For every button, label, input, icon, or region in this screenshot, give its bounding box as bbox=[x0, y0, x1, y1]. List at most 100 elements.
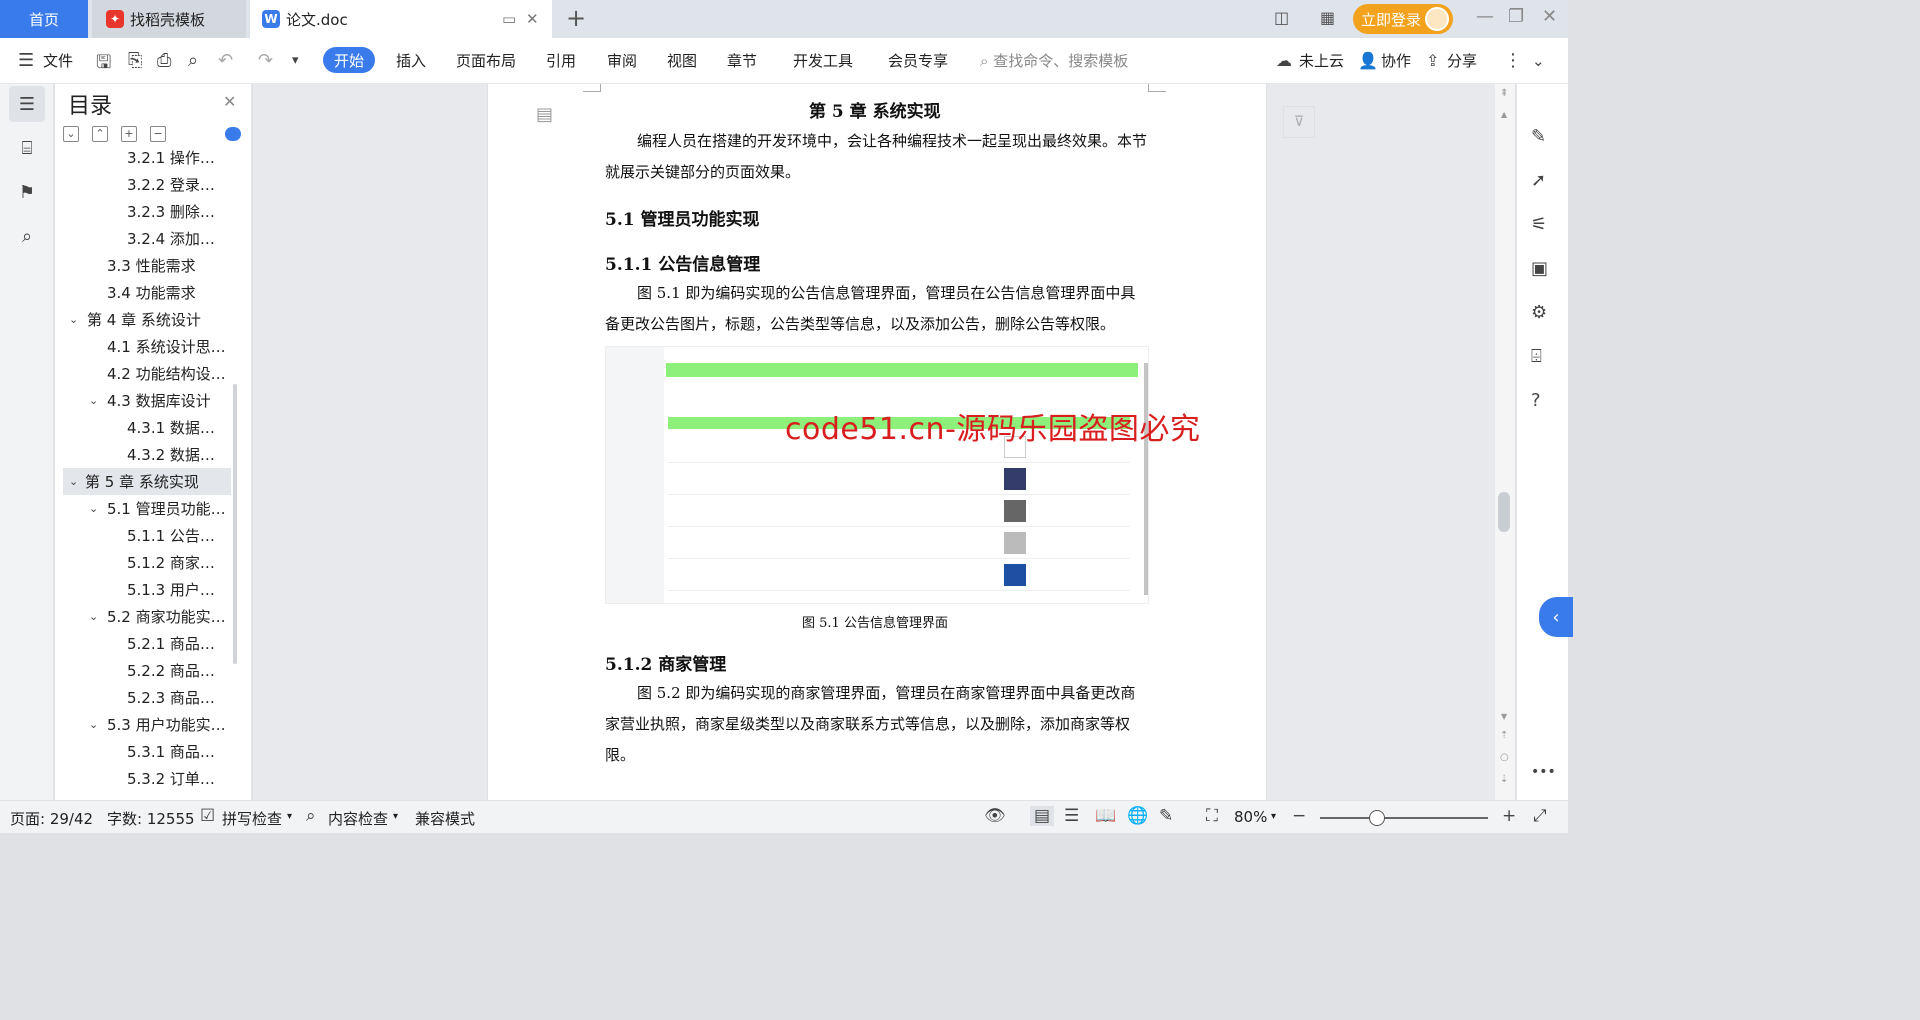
toc-item[interactable]: 5.1.2 商家… bbox=[127, 549, 215, 576]
toc-item[interactable]: 4.3.1 数据… bbox=[127, 414, 215, 441]
bookmark-icon[interactable]: ⚑ bbox=[9, 174, 45, 210]
pointer-icon[interactable]: ➚ bbox=[1531, 170, 1546, 191]
menu-member[interactable]: 会员专享 bbox=[888, 50, 948, 71]
toc-item[interactable]: 4.1 系统设计思… bbox=[107, 333, 226, 360]
close-icon[interactable]: ✕ bbox=[223, 92, 236, 111]
zoom-level[interactable]: 80% bbox=[1234, 808, 1267, 826]
image-tools-icon[interactable]: ▣ bbox=[1531, 258, 1548, 279]
share-button[interactable]: 分享 bbox=[1447, 50, 1477, 71]
toc-item[interactable]: 3.4 功能需求 bbox=[107, 279, 196, 306]
zoom-out-icon[interactable]: − bbox=[1292, 806, 1306, 826]
menu-icon[interactable]: ☰ bbox=[18, 50, 34, 71]
zoom-dropdown-icon[interactable]: ▾ bbox=[1271, 811, 1276, 822]
find-icon[interactable]: ⌕ bbox=[9, 218, 45, 254]
more-icon[interactable]: ⋮ bbox=[1504, 50, 1522, 71]
collapse-panel-icon[interactable]: ‹ bbox=[1539, 597, 1573, 637]
toc-item[interactable]: 3.2.1 操作… bbox=[127, 150, 215, 171]
collapse-all-icon[interactable]: ⌃ bbox=[92, 126, 108, 142]
collab-button[interactable]: 协作 bbox=[1381, 50, 1411, 71]
toc-item[interactable]: ⌄ 第 4 章 系统设计 bbox=[69, 306, 201, 333]
toc-item[interactable]: 5.1.3 用户… bbox=[127, 576, 215, 603]
menu-review[interactable]: 审阅 bbox=[607, 50, 637, 71]
zoom-in-icon[interactable]: + bbox=[1502, 806, 1516, 826]
chevron-down-icon[interactable]: ⌄ bbox=[69, 475, 78, 488]
apps-grid-icon[interactable]: ▦ bbox=[1320, 8, 1335, 27]
toc-item[interactable]: 4.3.2 数据… bbox=[127, 441, 215, 468]
toc-item[interactable]: 5.3.2 订单… bbox=[127, 765, 215, 790]
toc-view-toggle-icon[interactable] bbox=[225, 127, 241, 141]
export-pdf-icon[interactable]: ⎘ bbox=[128, 50, 142, 71]
tab-home[interactable]: 首页 bbox=[0, 0, 88, 38]
chevron-down-icon[interactable]: ⌄ bbox=[89, 610, 98, 623]
zoom-slider[interactable] bbox=[1320, 817, 1488, 819]
tab-document[interactable]: W 论文.doc ▭ ✕ bbox=[250, 0, 552, 38]
menu-insert[interactable]: 插入 bbox=[396, 50, 426, 71]
fit-page-icon[interactable]: ⛶ bbox=[1206, 806, 1218, 826]
next-page-icon[interactable]: ⇣ bbox=[1500, 774, 1508, 785]
outline-icon[interactable]: ☰ bbox=[9, 86, 45, 122]
content-check-button[interactable]: 内容检查 bbox=[328, 808, 388, 829]
chapter-nav-icon[interactable]: ⌸ bbox=[9, 130, 45, 166]
reading-view-icon[interactable]: 📖 bbox=[1095, 806, 1116, 826]
tab-template[interactable]: ✦ 找稻壳模板 bbox=[92, 0, 246, 38]
read-mode-icon[interactable]: ⌹ bbox=[1531, 346, 1542, 367]
page-view-icon[interactable]: ▤ bbox=[1030, 806, 1055, 826]
chevron-down-icon[interactable]: ⌄ bbox=[89, 502, 98, 515]
menu-view[interactable]: 视图 bbox=[667, 50, 697, 71]
word-count[interactable]: 字数: 12555 bbox=[107, 808, 195, 829]
toc-item[interactable]: ⌄ 4.3 数据库设计 bbox=[89, 387, 211, 414]
toc-item[interactable]: 3.2.3 删除… bbox=[127, 198, 215, 225]
menu-chapter[interactable]: 章节 bbox=[727, 50, 757, 71]
ai-icon[interactable]: ⚙ bbox=[1531, 302, 1547, 323]
prev-page-icon[interactable]: ⇡ bbox=[1500, 730, 1508, 741]
add-heading-icon[interactable]: + bbox=[121, 126, 137, 142]
write-mode-icon[interactable]: ✎ bbox=[1159, 806, 1173, 826]
eye-protection-icon[interactable]: 👁 bbox=[984, 806, 1006, 826]
chevron-down-icon[interactable]: ⌄ bbox=[89, 394, 98, 407]
toc-item[interactable]: 5.2.2 商品… bbox=[127, 657, 215, 684]
login-button[interactable]: 立即登录 bbox=[1353, 4, 1453, 34]
print-icon[interactable]: ⎙ bbox=[157, 50, 171, 71]
scroll-down-icon[interactable]: ▼ bbox=[1501, 712, 1507, 721]
web-view-icon[interactable]: 🌐 bbox=[1127, 806, 1148, 826]
collapse-ribbon-icon[interactable]: ⌄ bbox=[1532, 52, 1545, 70]
monitor-icon[interactable]: ▭ bbox=[502, 10, 516, 28]
chevron-down-icon[interactable]: ⌄ bbox=[89, 718, 98, 731]
minimize-icon[interactable]: — bbox=[1476, 6, 1494, 27]
toc-item[interactable]: 5.3.1 商品… bbox=[127, 738, 215, 765]
cloud-status[interactable]: 未上云 bbox=[1299, 50, 1344, 71]
scroll-thumb[interactable] bbox=[1498, 492, 1510, 532]
adjust-icon[interactable]: ⚟ bbox=[1531, 214, 1547, 235]
vertical-scrollbar[interactable]: ⇞ ▲ ▼ ⇡ ○ ⇣ bbox=[1495, 84, 1515, 800]
toc-item[interactable]: ⌄ 第 5 章 系统实现 bbox=[63, 468, 231, 495]
toc-item[interactable]: 5.1.1 公告… bbox=[127, 522, 215, 549]
spellcheck-button[interactable]: 拼写检查 bbox=[222, 808, 282, 829]
quick-access-dropdown-icon[interactable]: ▾ bbox=[292, 53, 299, 68]
page-panel-icon[interactable]: ⊽ bbox=[1283, 106, 1315, 138]
pen-icon[interactable]: ✎ bbox=[1531, 126, 1546, 147]
toc-item[interactable]: ⌄ 5.2 商家功能实… bbox=[89, 603, 226, 630]
fullscreen-icon[interactable]: ⤢ bbox=[1533, 806, 1547, 826]
menu-developer[interactable]: 开发工具 bbox=[793, 50, 853, 71]
layout-switch-icon[interactable]: ◫ bbox=[1274, 8, 1289, 27]
remove-heading-icon[interactable]: − bbox=[150, 126, 166, 142]
toc-item[interactable]: 3.3 性能需求 bbox=[107, 252, 196, 279]
toc-item[interactable]: ⌄ 5.1 管理员功能… bbox=[89, 495, 226, 522]
menu-start[interactable]: 开始 bbox=[323, 47, 375, 73]
toc-item[interactable]: 5.2.3 商品… bbox=[127, 684, 215, 711]
undo-icon[interactable]: ↶ bbox=[218, 50, 233, 71]
page-count[interactable]: 页面: 29/42 bbox=[10, 808, 93, 829]
toc-item[interactable]: 4.2 功能结构设… bbox=[107, 360, 226, 387]
chevron-down-icon[interactable]: ⌄ bbox=[69, 313, 78, 326]
zoom-slider-knob[interactable] bbox=[1369, 810, 1386, 826]
print-preview-icon[interactable]: ⌕ bbox=[188, 50, 198, 71]
toc-item[interactable]: 3.2.4 添加… bbox=[127, 225, 215, 252]
menu-references[interactable]: 引用 bbox=[546, 50, 576, 71]
outline-view-icon[interactable]: ☰ bbox=[1064, 806, 1079, 826]
toc-item[interactable]: 3.2.2 登录… bbox=[127, 171, 215, 198]
command-search[interactable]: ⌕ 查找命令、搜索模板 bbox=[980, 50, 1128, 71]
toc-item[interactable]: 5.2.1 商品… bbox=[127, 630, 215, 657]
file-menu[interactable]: 文件 bbox=[43, 50, 73, 71]
spellcheck-dropdown-icon[interactable]: ▾ bbox=[287, 811, 292, 822]
content-check-dropdown-icon[interactable]: ▾ bbox=[393, 811, 398, 822]
